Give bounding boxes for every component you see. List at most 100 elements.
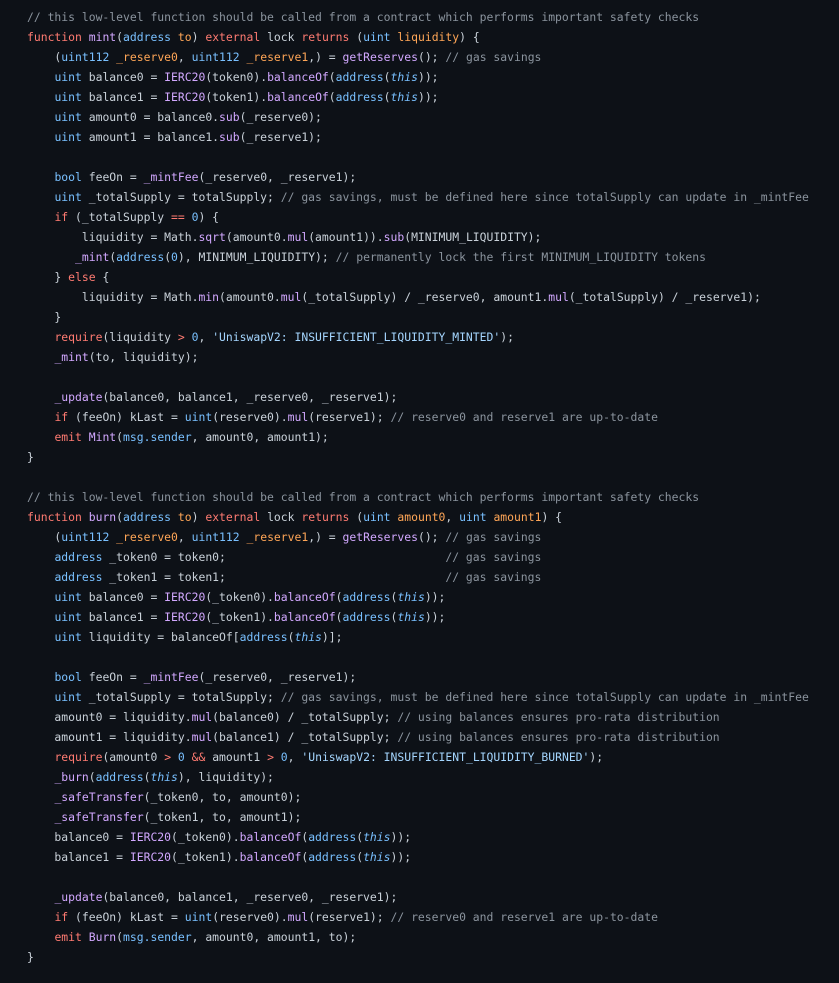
code-token: amount1 — [205, 750, 268, 764]
code-token: mul — [280, 290, 302, 304]
code-token: uint — [184, 910, 213, 924]
code-line: address _token0 = token0; // gas savings — [27, 547, 839, 567]
code-token: _mint — [54, 350, 89, 364]
code-token: if — [54, 410, 69, 424]
code-token: external — [205, 510, 261, 524]
code-token: _safeTransfer — [54, 810, 144, 824]
code-line: liquidity = Math.sqrt(amount0.mul(amount… — [27, 227, 839, 247]
code-token: uint — [54, 70, 82, 84]
code-token: this — [390, 70, 418, 84]
code-token: mul — [287, 410, 309, 424]
code-token: msg.sender — [123, 930, 192, 944]
code-token: , — [177, 50, 192, 64]
code-token: uint112 — [61, 530, 110, 544]
code-token: uint — [54, 110, 82, 124]
code-token: _reserve1 — [246, 530, 309, 544]
code-token: address — [335, 90, 384, 104]
code-token: ,) = — [308, 50, 343, 64]
code-comment: // this low-level function should be cal… — [27, 10, 700, 24]
code-token: Mint — [88, 430, 117, 444]
code-token: address — [342, 590, 391, 604]
code-token: uint — [459, 510, 487, 524]
code-line: _safeTransfer(_token1, to, amount1); — [27, 807, 839, 827]
code-token: (balance0) / _totalSupply; — [212, 710, 398, 724]
code-token: mul — [191, 710, 213, 724]
code-line: balance1 = IERC20(_token1).balanceOf(add… — [27, 847, 839, 867]
code-token: (balance1) / _totalSupply; — [212, 730, 398, 744]
code-line: amount0 = liquidity.mul(balance0) / _tot… — [27, 707, 839, 727]
code-token: (_totalSupply — [68, 210, 172, 224]
code-line: balance0 = IERC20(_token0).balanceOf(add… — [27, 827, 839, 847]
code-comment: // gas savings — [445, 550, 542, 564]
code-token: )); — [417, 90, 439, 104]
code-line: } — [27, 947, 839, 967]
code-token: IERC20 — [164, 590, 206, 604]
code-line: bool feeOn = _mintFee(_reserve0, _reserv… — [27, 167, 839, 187]
code-token: IERC20 — [129, 850, 172, 864]
code-token: function — [27, 510, 82, 524]
code-line: } — [27, 447, 839, 467]
code-line: uint amount0 = balance0.sub(_reserve0); — [27, 107, 839, 127]
code-token: ( — [335, 610, 343, 624]
code-comment: // reserve0 and reserve1 are up-to-date — [390, 410, 658, 424]
code-token: sub — [219, 130, 240, 144]
code-line: uint _totalSupply = totalSupply; // gas … — [27, 687, 839, 707]
code-token: require — [54, 750, 103, 764]
code-line: if (feeOn) kLast = uint(reserve0).mul(re… — [27, 907, 839, 927]
code-token: (feeOn) kLast = — [68, 910, 185, 924]
code-token: liquidity — [397, 30, 460, 44]
code-token: if — [54, 910, 69, 924]
code-token: , amount0, amount1); — [191, 430, 329, 444]
code-line: uint balance0 = IERC20(token0).balanceOf… — [27, 67, 839, 87]
code-token: (_totalSupply) / _reserve1); — [568, 290, 761, 304]
code-token: ( — [88, 770, 96, 784]
code-token: uint — [54, 190, 82, 204]
code-token: (liquidity — [102, 330, 178, 344]
code-token: ,) = — [308, 530, 343, 544]
code-token: balance1 = — [81, 610, 165, 624]
code-line: function mint(address to) external lock … — [27, 27, 839, 47]
code-token: (); — [417, 50, 446, 64]
code-token: (amount0. — [225, 230, 288, 244]
code-token: IERC20 — [164, 90, 206, 104]
code-token: ) — [191, 510, 206, 524]
code-token: , — [287, 750, 302, 764]
code-token: this — [294, 630, 322, 644]
code-token: ( — [335, 590, 343, 604]
code-token: ), MINIMUM_LIQUIDITY); — [177, 250, 336, 264]
code-token: IERC20 — [129, 830, 172, 844]
code-token: _token1 = token1; — [102, 570, 446, 584]
code-token: , — [198, 330, 213, 344]
code-token: bool — [54, 170, 82, 184]
code-token: address — [123, 30, 172, 44]
code-token: , — [177, 530, 192, 544]
code-token: address — [308, 850, 357, 864]
code-token: balance1 = — [27, 850, 130, 864]
code-token: uint112 — [61, 50, 110, 64]
code-token: returns — [301, 510, 350, 524]
code-comment: // gas savings, must be defined here sin… — [280, 190, 809, 204]
code-token: } — [27, 270, 69, 284]
code-token: mul — [548, 290, 569, 304]
code-token: to — [177, 30, 192, 44]
code-token: (amount0. — [219, 290, 281, 304]
code-token: amount0 — [397, 510, 446, 524]
code-token: > — [177, 330, 185, 344]
code-line: uint liquidity = balanceOf[address(this)… — [27, 627, 839, 647]
code-comment: // using balances ensures pro-rata distr… — [397, 730, 720, 744]
code-token: ); — [500, 330, 514, 344]
code-token: amount1 = liquidity. — [27, 730, 192, 744]
code-token: sub — [219, 110, 240, 124]
code-token: (_token1). — [171, 850, 240, 864]
code-token: 0 — [171, 250, 178, 264]
